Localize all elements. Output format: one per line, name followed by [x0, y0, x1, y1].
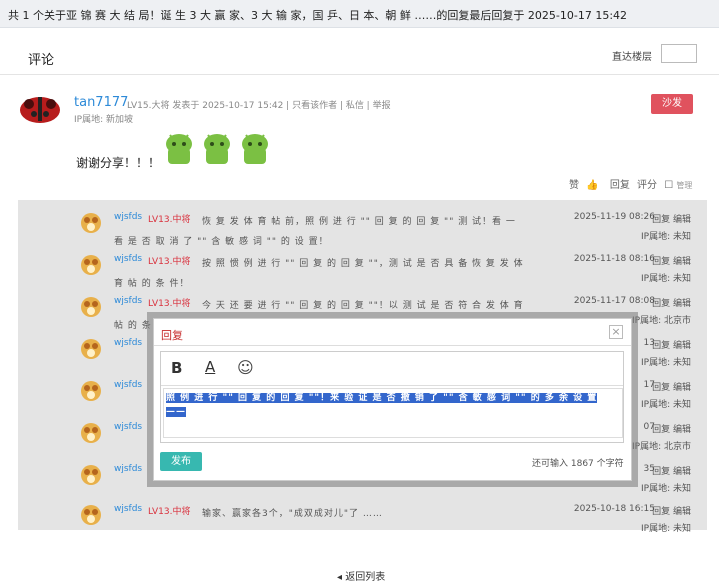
editor-toolbar: B A ☺	[161, 352, 623, 386]
reply-ip-location: IP属地: 北京市	[632, 442, 691, 452]
publish-button[interactable]: 发布	[160, 452, 202, 471]
reply-button[interactable]: 回复	[610, 180, 630, 191]
jump-to-floor-input[interactable]	[661, 44, 697, 63]
divider	[0, 74, 719, 75]
reply-edit-actions[interactable]: 回复 编辑	[652, 254, 691, 267]
font-color-icon[interactable]: A	[205, 358, 215, 376]
post-meta: LV15.大将 发表于 2025-10-17 15:42 | 只看该作者 | 私…	[127, 101, 391, 111]
reply-username[interactable]: wjsfds	[114, 380, 142, 390]
reply-time: 2025-10-18 16:15	[573, 504, 655, 514]
avatar[interactable]	[80, 338, 102, 360]
reply-time: 2025-11-18 08:16	[573, 254, 655, 264]
reply-edit-actions[interactable]: 回复 编辑	[652, 296, 691, 309]
sofa-badge: 沙发	[651, 94, 693, 114]
avatar[interactable]	[80, 254, 102, 276]
avatar[interactable]	[18, 92, 62, 124]
avatar[interactable]	[80, 380, 102, 402]
avatar[interactable]	[80, 504, 102, 526]
reply-username[interactable]: wjsfds	[114, 504, 142, 514]
reply-editor: B A ☺ 照 例 进 行 "" 回 复 的 回 复 ""！来 验 证 是 否 …	[160, 351, 624, 443]
reply-textarea[interactable]: 照 例 进 行 "" 回 复 的 回 复 ""！来 验 证 是 否 撤 销 了 …	[163, 388, 623, 438]
avatar[interactable]	[80, 212, 102, 234]
reply-edit-actions[interactable]: 回复 编辑	[652, 504, 691, 517]
reply-time: 2025-11-19 08:26	[573, 212, 655, 222]
dialog-divider	[154, 345, 631, 346]
reply-ip-location: IP属地: 未知	[641, 274, 691, 284]
rate-button[interactable]: 评分	[637, 180, 657, 191]
comments-title: 评论	[28, 53, 55, 68]
android-robot-icon	[166, 134, 192, 164]
reply-ip-location: IP属地: 未知	[641, 358, 691, 368]
selected-reply-text: 照 例 进 行 "" 回 复 的 回 复 ""！来 验 证 是 否 撤 销 了 …	[166, 393, 598, 417]
thumbs-up-icon: 👍	[586, 180, 599, 191]
reply-ip-location: IP属地: 未知	[641, 484, 691, 494]
reply-ip-location: IP属地: 未知	[641, 232, 691, 242]
reply-level: LV13.中将	[148, 507, 191, 517]
jump-to-floor-label: 直达楼层	[612, 52, 652, 63]
dialog-title: 回复	[161, 329, 183, 342]
reply-username[interactable]: wjsfds	[114, 464, 142, 474]
reply-edit-actions[interactable]: 回复 编辑	[652, 212, 691, 225]
reply-edit-actions[interactable]: 回复 编辑	[652, 422, 691, 435]
like-button[interactable]: 赞 👍	[569, 180, 603, 191]
thread-summary-bar: 共 1 个关于亚 锦 赛 大 结 局！诞 生 3 大 赢 家、3 大 输 家，国…	[0, 0, 719, 28]
reply-ip-location: IP属地: 未知	[641, 400, 691, 410]
reply-time: 2025-11-17 08:08	[573, 296, 655, 306]
reply-item: 恢 复 发 体 育 帖 前，照 例 进 行 "" 回 复 的 回 复 "" 测 …	[18, 205, 707, 247]
reply-edit-actions[interactable]: 回复 编辑	[652, 338, 691, 351]
avatar[interactable]	[80, 422, 102, 444]
reply-ip-location: IP属地: 未知	[641, 524, 691, 534]
char-counter: 还可输入 1867 个字符	[532, 459, 624, 469]
post-ip-location: IP属地: 新加坡	[74, 115, 133, 125]
reply-level: LV13.中将	[148, 215, 191, 225]
reply-username[interactable]: wjsfds	[114, 422, 142, 432]
manage-checkbox[interactable]: ☐ 管理	[664, 180, 696, 191]
reply-ip-location: IP属地: 北京市	[632, 316, 691, 326]
reply-username[interactable]: wjsfds	[114, 296, 142, 306]
reply-dialog: 回复 × B A ☺ 照 例 进 行 "" 回 复 的 回 复 ""！来 验 证…	[153, 318, 632, 481]
reply-level: LV13.中将	[148, 257, 191, 267]
post-content: 谢谢分享！！！	[76, 156, 161, 170]
reply-edit-actions[interactable]: 回复 编辑	[652, 464, 691, 477]
reply-username[interactable]: wjsfds	[114, 212, 142, 222]
reply-edit-actions[interactable]: 回复 编辑	[652, 380, 691, 393]
reply-item: 输家、赢家各3个，"成双成对儿"了 …… wjsfds LV13.中将 2025-10…	[18, 497, 707, 539]
reply-username[interactable]: wjsfds	[114, 338, 142, 348]
bold-icon[interactable]: B	[171, 359, 182, 377]
android-robot-icon	[204, 134, 230, 164]
reply-level: LV13.中将	[148, 299, 191, 309]
reply-item: 按 照 惯 例 进 行 "" 回 复 的 回 复 ""，测 试 是 否 具 备 …	[18, 247, 707, 289]
avatar[interactable]	[80, 464, 102, 486]
back-to-list-link[interactable]: ◂ 返回列表	[337, 568, 385, 583]
reply-username[interactable]: wjsfds	[114, 254, 142, 264]
close-icon[interactable]: ×	[609, 325, 623, 339]
android-robot-icon	[242, 134, 268, 164]
avatar[interactable]	[80, 296, 102, 318]
post-actions: 赞 👍 回复 评分 ☐ 管理	[569, 176, 700, 191]
post-username[interactable]: tan7177	[74, 95, 128, 110]
smiley-icon[interactable]: ☺	[237, 358, 254, 377]
